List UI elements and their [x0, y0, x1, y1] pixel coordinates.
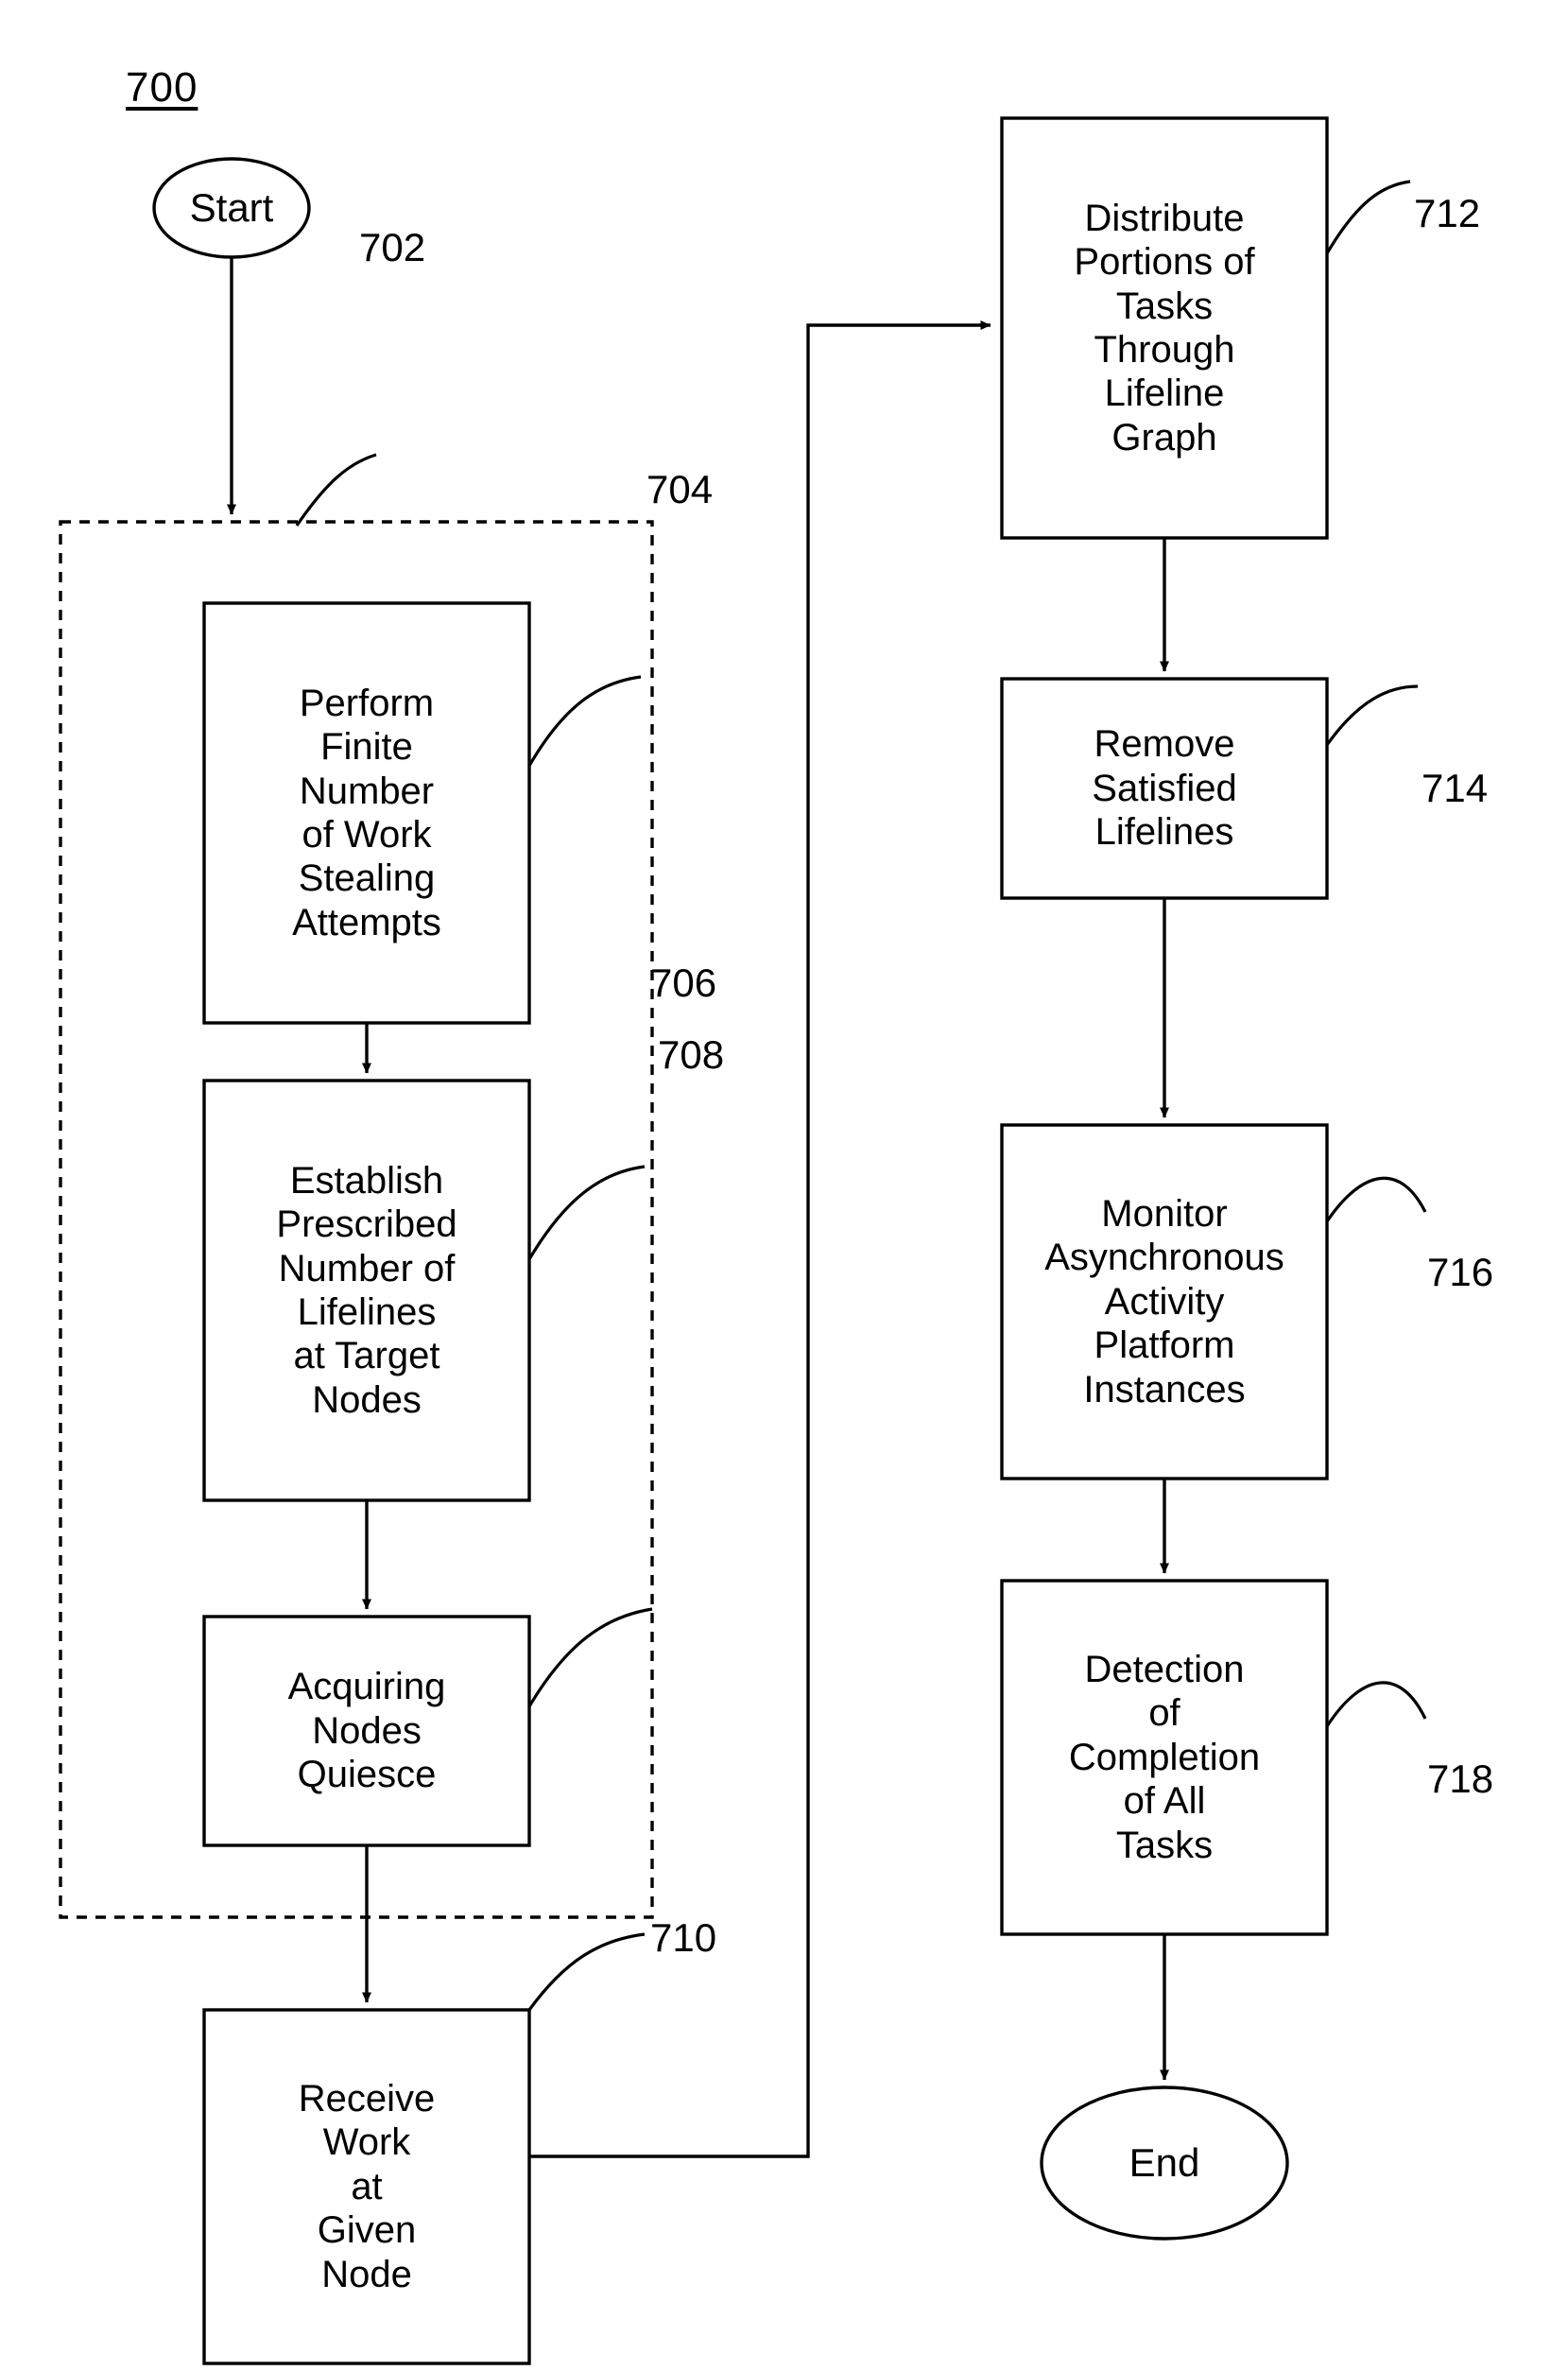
reference-numeral-710: 710 [650, 1915, 717, 1960]
end-terminator-shape [1040, 2085, 1289, 2241]
flowchart-canvas [59, 116, 1427, 2365]
reference-numeral-718: 718 [1427, 1757, 1494, 1801]
process-box-710 [202, 2008, 531, 2365]
reference-numeral-704: 704 [646, 467, 714, 511]
patent-figure-700: 700 Start Perform Finite Number of Work … [0, 0, 1568, 2371]
edge-710-to-712-feedback [529, 320, 991, 2158]
reference-numeral-706: 706 [650, 961, 717, 1005]
reference-numeral-712: 712 [1414, 191, 1481, 235]
start-terminator-shape [152, 157, 311, 259]
leader-line-710 [527, 1932, 646, 2011]
reference-numeral-708: 708 [658, 1032, 725, 1077]
process-box-718 [1000, 1579, 1329, 1936]
process-box-708 [202, 1615, 531, 1847]
leader-line-718 [1325, 1681, 1427, 1727]
leader-line-704 [527, 675, 642, 767]
reference-numeral-702: 702 [359, 225, 426, 269]
process-box-714 [1000, 677, 1329, 900]
reference-numeral-716: 716 [1427, 1250, 1494, 1294]
process-box-706 [202, 1079, 531, 1502]
leader-line-702 [295, 453, 377, 527]
leader-line-716 [1325, 1176, 1427, 1222]
process-box-716 [1000, 1123, 1329, 1480]
leader-line-712 [1325, 180, 1411, 254]
leader-line-708 [527, 1607, 653, 1707]
process-box-704 [202, 601, 531, 1025]
group-702-dashed-boundary [59, 520, 654, 1919]
process-box-712 [1000, 116, 1329, 540]
leader-line-714 [1325, 684, 1419, 746]
leader-line-706 [527, 1165, 646, 1260]
reference-numeral-714: 714 [1422, 766, 1489, 810]
